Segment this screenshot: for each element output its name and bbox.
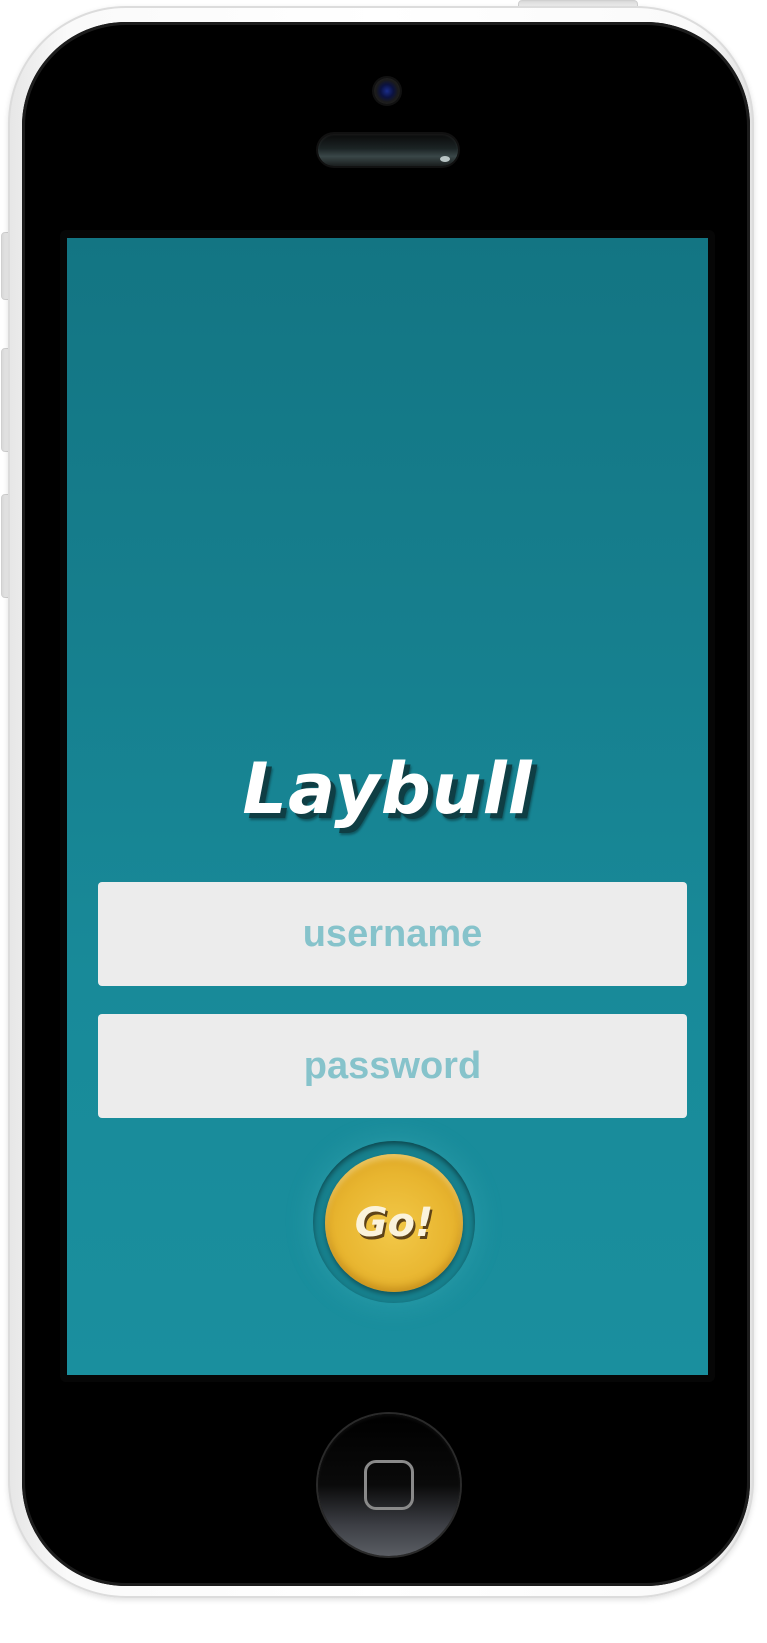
front-camera-icon: [374, 78, 400, 104]
password-input[interactable]: [98, 1014, 687, 1118]
earpiece-speaker: [318, 134, 458, 166]
home-square-icon: [364, 1460, 414, 1510]
app-screen: Laybull Go!: [67, 238, 708, 1375]
app-title: Laybull: [242, 748, 533, 830]
go-button[interactable]: Go!: [325, 1154, 463, 1292]
username-input[interactable]: [98, 882, 687, 986]
home-button[interactable]: [318, 1414, 460, 1556]
